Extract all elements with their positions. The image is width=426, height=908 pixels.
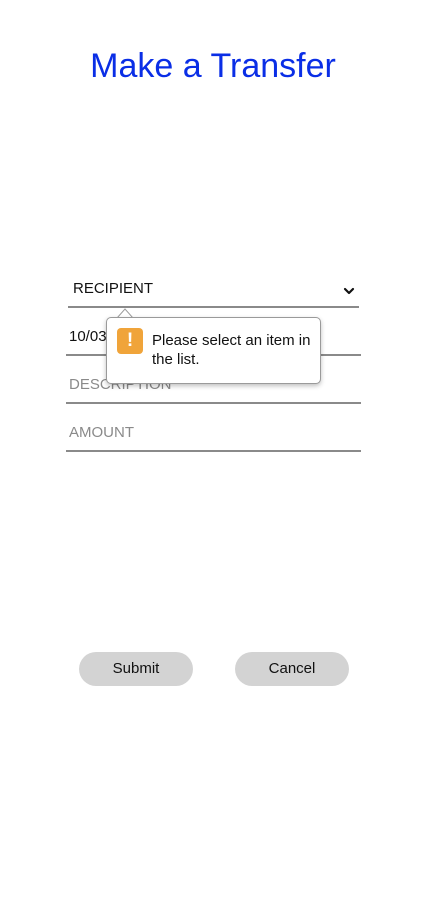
warning-icon-glyph: ! xyxy=(126,330,134,351)
recipient-select[interactable]: RECIPIENT xyxy=(68,274,359,308)
chevron-down-icon xyxy=(343,287,355,295)
transfer-page: Make a Transfer RECIPIENT 10/03 DESCRIPT… xyxy=(0,0,426,908)
date-field-value: 10/03 xyxy=(69,328,107,345)
cancel-button[interactable]: Cancel xyxy=(235,652,349,686)
recipient-select-value: RECIPIENT xyxy=(73,280,154,297)
page-title: Make a Transfer xyxy=(90,47,336,85)
submit-button[interactable]: Submit xyxy=(79,652,193,686)
validation-tooltip: ! Please select an item in the list. xyxy=(106,317,321,384)
amount-field[interactable]: AMOUNT xyxy=(66,418,361,452)
validation-message: Please select an item in the list. xyxy=(152,332,311,368)
warning-icon: ! xyxy=(117,328,143,354)
amount-field-placeholder: AMOUNT xyxy=(69,424,134,441)
